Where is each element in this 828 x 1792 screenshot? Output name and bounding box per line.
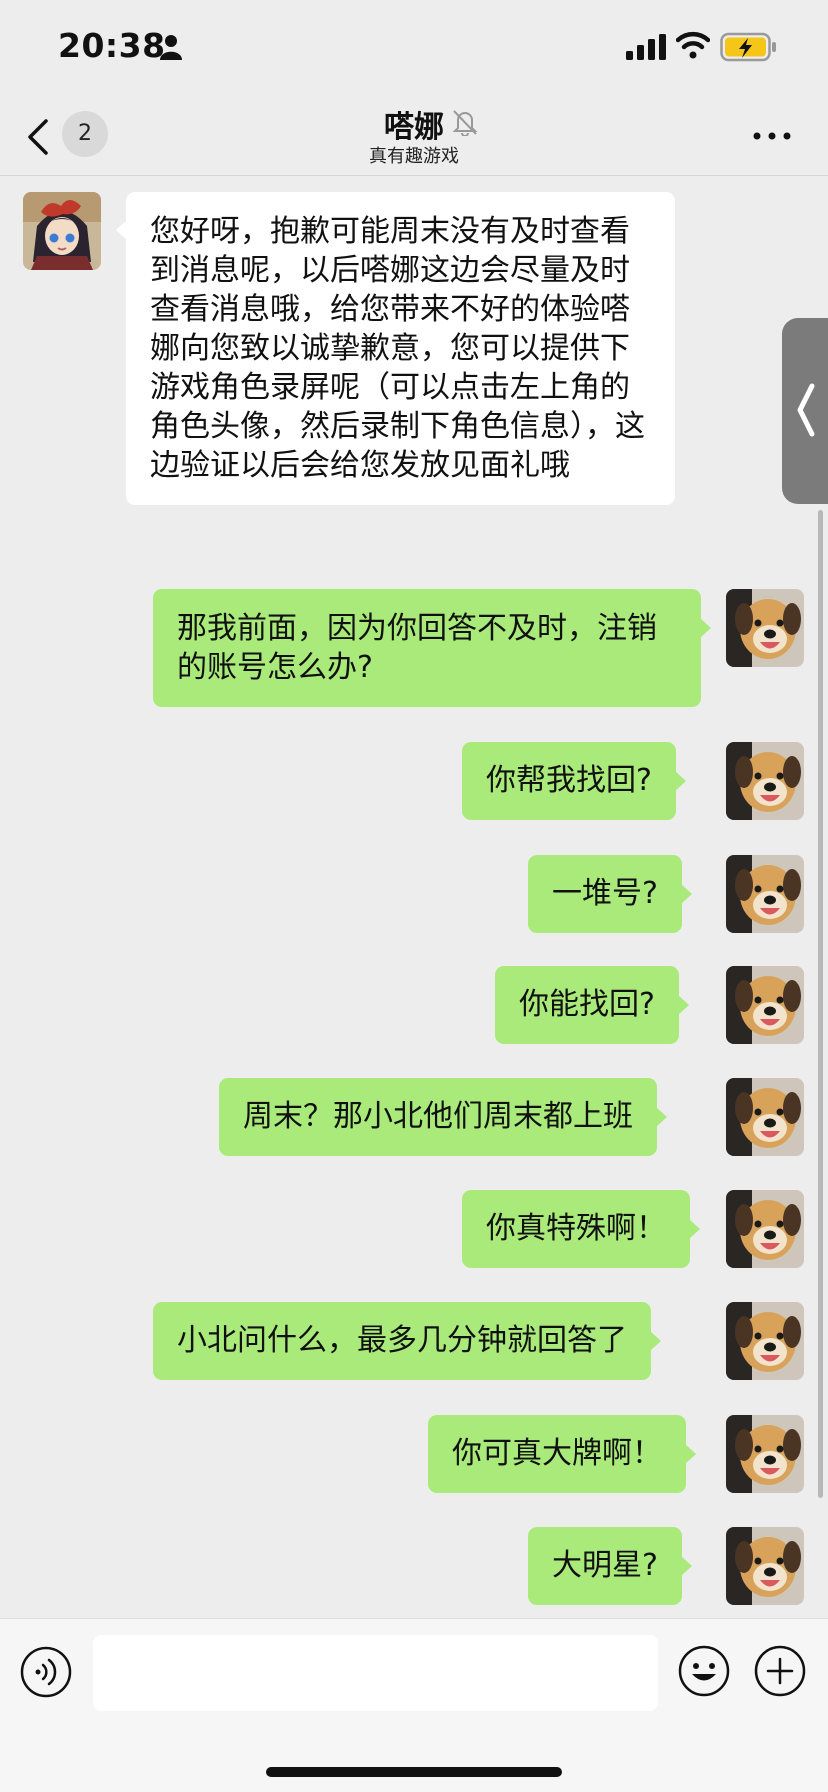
- wifi-icon: [676, 31, 710, 59]
- message-text: 您好呀，抱歉可能周末没有及时查看到消息呢，以后嗒娜这边会尽量及时查看消息哦，给您…: [150, 214, 645, 483]
- outgoing-message-bubble[interactable]: 那我前面，因为你回答不及时，注销的账号怎么办?: [153, 589, 711, 707]
- outgoing-message-bubble[interactable]: 你可真大牌啊！: [428, 1415, 696, 1493]
- chat-title: 嗒娜: [384, 110, 444, 145]
- dog-avatar-icon: [726, 1415, 804, 1493]
- my-avatar[interactable]: [726, 1415, 804, 1493]
- scrollbar[interactable]: [818, 510, 823, 1498]
- my-avatar[interactable]: [726, 742, 804, 820]
- my-avatar[interactable]: [726, 966, 804, 1044]
- message-text: 你能找回?: [519, 987, 655, 1022]
- my-avatar[interactable]: [726, 1078, 804, 1156]
- outgoing-message-bubble[interactable]: 小北问什么，最多几分钟就回答了: [153, 1302, 661, 1380]
- anime-girl-avatar-icon: [23, 192, 101, 270]
- outgoing-message-bubble[interactable]: 大明星?: [528, 1527, 692, 1605]
- bell-muted-icon: [452, 110, 478, 136]
- dog-avatar-icon: [726, 1527, 804, 1605]
- message-text: 一堆号?: [552, 876, 658, 911]
- plus-icon[interactable]: [752, 1643, 808, 1699]
- person-icon: [160, 35, 182, 60]
- message-text: 你可真大牌啊！: [452, 1436, 662, 1471]
- message-text: 大明星?: [552, 1548, 658, 1583]
- dog-avatar-icon: [726, 742, 804, 820]
- dog-avatar-icon: [726, 589, 804, 667]
- dog-avatar-icon: [726, 966, 804, 1044]
- dog-avatar-icon: [726, 1190, 804, 1268]
- cellular-signal-icon: [626, 34, 666, 60]
- message-text: 小北问什么，最多几分钟就回答了: [177, 1323, 627, 1358]
- my-avatar[interactable]: [726, 1527, 804, 1605]
- incoming-message-bubble[interactable]: 您好呀，抱歉可能周末没有及时查看到消息呢，以后嗒娜这边会尽量及时查看消息哦，给您…: [116, 192, 675, 505]
- message-text: 周末？那小北他们周末都上班: [243, 1099, 633, 1134]
- home-indicator: [266, 1767, 562, 1777]
- message-text: 你帮我找回?: [486, 763, 652, 798]
- message-text: 那我前面，因为你回答不及时，注销的账号怎么办?: [177, 611, 657, 685]
- side-float-tab[interactable]: [782, 318, 828, 504]
- emoji-icon[interactable]: [676, 1643, 732, 1699]
- battery-charging-icon: [720, 32, 776, 62]
- message-text: 你真特殊啊！: [486, 1211, 666, 1246]
- status-bar: 20:38: [0, 0, 828, 96]
- outgoing-message-bubble[interactable]: 你能找回?: [495, 966, 689, 1044]
- dog-avatar-icon: [726, 1302, 804, 1380]
- chat-header: 2 嗒娜 真有趣游戏: [0, 96, 828, 176]
- chevron-left-icon: [797, 383, 815, 437]
- chat-subtitle: 真有趣游戏: [369, 146, 459, 167]
- my-avatar[interactable]: [726, 855, 804, 933]
- dog-avatar-icon: [726, 1078, 804, 1156]
- status-time: 20:38: [58, 26, 166, 65]
- dog-avatar-icon: [726, 855, 804, 933]
- voice-icon[interactable]: [19, 1645, 73, 1699]
- more-dots-icon[interactable]: [752, 126, 792, 146]
- outgoing-message-bubble[interactable]: 你帮我找回?: [462, 742, 686, 820]
- message-input[interactable]: [93, 1635, 658, 1711]
- contact-avatar[interactable]: [23, 192, 101, 270]
- input-bar: [0, 1618, 828, 1792]
- outgoing-message-bubble[interactable]: 你真特殊啊！: [462, 1190, 700, 1268]
- my-avatar[interactable]: [726, 1190, 804, 1268]
- outgoing-message-bubble[interactable]: 周末？那小北他们周末都上班: [219, 1078, 667, 1156]
- my-avatar[interactable]: [726, 589, 804, 667]
- my-avatar[interactable]: [726, 1302, 804, 1380]
- outgoing-message-bubble[interactable]: 一堆号?: [528, 855, 692, 933]
